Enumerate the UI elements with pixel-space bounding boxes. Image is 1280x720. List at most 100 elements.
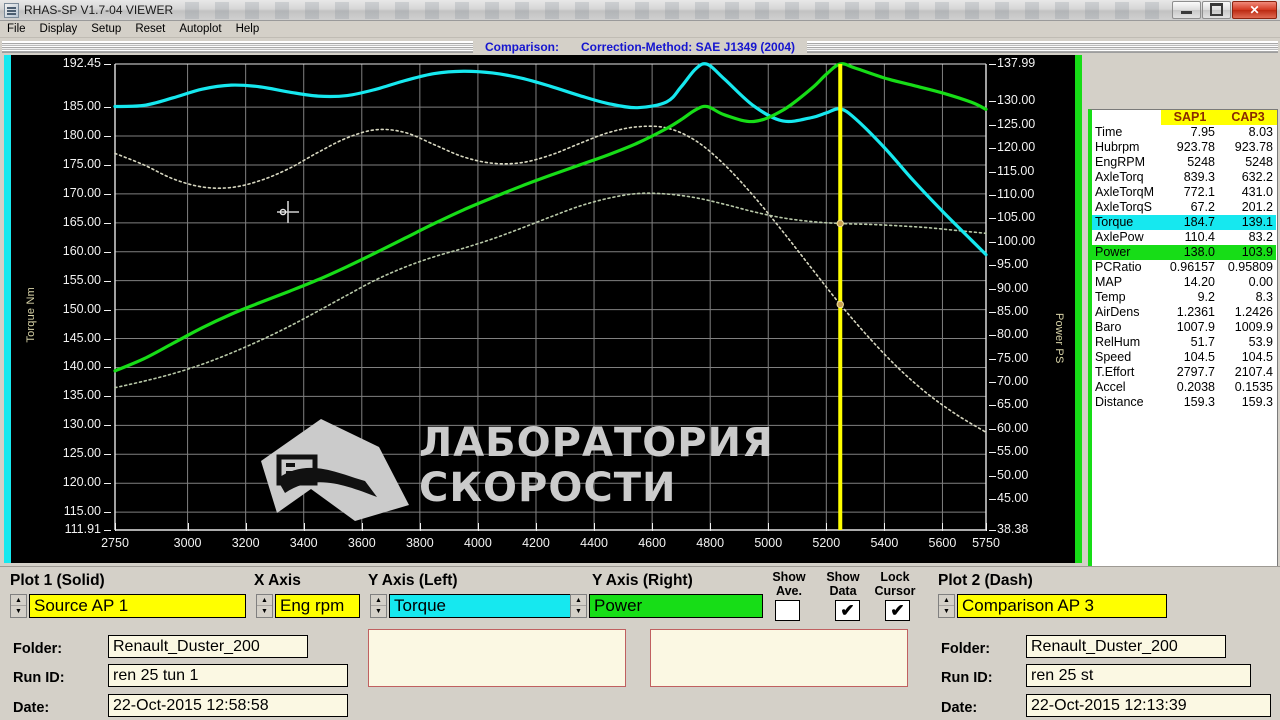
data-row-value-sap1: 110.4 (1184, 230, 1215, 244)
data-row-value-sap1: 5248 (1187, 155, 1215, 169)
y-tick-right: 110.00 (997, 186, 1035, 201)
x-axis-combo[interactable]: Eng rpm (275, 594, 360, 618)
spinner-up-icon[interactable]: ▲ (939, 595, 954, 606)
cursor-marker (836, 300, 844, 309)
plot2-source-spinner[interactable]: ▲ ▼ (938, 594, 955, 618)
y-tick-mark-right (989, 194, 996, 196)
menu-item-autoplot[interactable]: Autoplot (172, 22, 228, 36)
x-tick: 5750 (972, 536, 1000, 550)
plot2-folder-label: Folder: (941, 641, 991, 657)
y-tick-mark-right (989, 452, 996, 454)
plot1-source-combo[interactable]: Source AP 1 (29, 594, 246, 618)
lock-cursor-checkbox[interactable]: ✔ (885, 600, 910, 621)
comparison-label: Comparison: (484, 39, 559, 54)
app-icon (4, 2, 19, 18)
y-tick-right: 45.00 (997, 491, 1029, 506)
y-tick-mark-right (989, 218, 996, 220)
spinner-up-icon[interactable]: ▲ (371, 595, 386, 606)
show-data-label: Show Data (818, 570, 868, 598)
data-row-accel: Accel 0.2038 0.1535 (1092, 380, 1277, 395)
data-row-time: Time 7.95 8.03 (1092, 125, 1277, 140)
y-tick-left: 160.00 (62, 243, 101, 258)
plot1-notes-box[interactable] (368, 629, 626, 687)
y-tick-left: 115.00 (63, 504, 101, 519)
x-tick-mark (986, 523, 987, 531)
plot2-source-combo[interactable]: Comparison AP 3 (957, 594, 1167, 618)
y-tick-right: 125.00 (997, 116, 1036, 131)
plot1-source-spinner[interactable]: ▲ ▼ (10, 594, 27, 618)
data-row-label: Power (1092, 245, 1160, 260)
control-panel: Plot 1 (Solid) ▲ ▼ Source AP 1 Folder: R… (0, 566, 1280, 720)
y-tick-mark-right (989, 428, 996, 430)
y-axis-right-combo[interactable]: Power (589, 594, 763, 618)
spinner-down-icon[interactable]: ▼ (11, 606, 26, 617)
plot1-folder-field[interactable]: Renault_Duster_200 (108, 635, 308, 658)
y-tick-mark-left (104, 136, 111, 138)
y-axis-left-combo[interactable]: Torque (389, 594, 574, 618)
y-tick-left: 111.91 (64, 522, 101, 536)
data-row-label: Distance (1095, 395, 1144, 409)
data-row-value-cap3: 8.3 (1255, 290, 1273, 304)
y-tick-mark-left (104, 454, 111, 456)
spinner-up-icon[interactable]: ▲ (11, 595, 26, 606)
y-axis-right-spinner[interactable]: ▲ ▼ (570, 594, 587, 618)
y-tick-right: 105.00 (997, 210, 1036, 225)
spinner-down-icon[interactable]: ▼ (571, 606, 586, 617)
data-row-value-cap3: 83.2 (1248, 230, 1273, 244)
x-tick-mark (245, 523, 247, 531)
minimize-button[interactable] (1172, 0, 1201, 19)
plot1-folder-label: Folder: (13, 641, 63, 657)
data-row-value-cap3: 0.1535 (1234, 380, 1273, 394)
data-row-value-sap1: 839.3 (1183, 170, 1215, 184)
menu-bar: File Display Setup Reset Autoplot Help (0, 21, 1280, 38)
data-row-temp: Temp 9.2 8.3 (1092, 290, 1277, 305)
show-data-checkbox[interactable]: ✔ (835, 600, 860, 621)
data-row-label: AxlePow (1095, 230, 1144, 244)
y-tick-mark-left (104, 280, 111, 282)
y-tick-mark-left (104, 425, 111, 427)
plot-canvas-frame: Лаборатория Скорости Torque Nm Power PS … (4, 55, 1082, 563)
close-button[interactable]: ✕ (1232, 0, 1277, 19)
data-panel-rows: Time 7.95 8.03 Hubrpm 923.78 923.78 EngRPM 5248… (1092, 125, 1277, 410)
menu-item-help[interactable]: Help (229, 22, 267, 36)
plot2-folder-field[interactable]: Renault_Duster_200 (1026, 635, 1226, 658)
plot2-notes-box[interactable] (650, 629, 908, 687)
plot2-runid-field[interactable]: ren 25 st (1026, 664, 1251, 687)
spinner-down-icon[interactable]: ▼ (257, 606, 272, 617)
y-tick-right: 90.00 (997, 280, 1029, 295)
menu-item-setup[interactable]: Setup (84, 22, 128, 36)
data-row-value-cap3: 159.3 (1241, 395, 1273, 409)
y-axis-left-spinner[interactable]: ▲ ▼ (370, 594, 387, 618)
data-row-label: Temp (1095, 290, 1126, 304)
y-tick-mark-left (104, 483, 111, 485)
restore-button[interactable] (1202, 0, 1231, 19)
data-row-label: AxleTorq (1095, 170, 1144, 184)
plot-canvas[interactable]: Лаборатория Скорости Torque Nm Power PS … (11, 55, 1075, 563)
menu-item-file[interactable]: File (0, 22, 33, 36)
menu-item-display[interactable]: Display (33, 22, 85, 36)
y-tick-mark-left (104, 222, 111, 224)
data-row-label: Hubrpm (1095, 140, 1140, 154)
y-tick-left: 180.00 (62, 128, 101, 143)
show-ave-checkbox[interactable] (775, 600, 800, 621)
y-tick-left: 125.00 (62, 446, 101, 461)
spinner-up-icon[interactable]: ▲ (571, 595, 586, 606)
spinner-down-icon[interactable]: ▼ (371, 606, 386, 617)
y-tick-right: 120.00 (997, 140, 1036, 155)
x-tick-mark (710, 523, 712, 531)
plot1-runid-field[interactable]: ren 25 tun 1 (108, 664, 348, 687)
y-tick-left: 150.00 (62, 301, 101, 316)
menu-item-reset[interactable]: Reset (128, 22, 172, 36)
y-tick-right: 55.00 (997, 444, 1029, 459)
data-row-power: Power 138.0 103.9 (1092, 245, 1277, 260)
y-tick-mark-right (989, 64, 996, 65)
y-tick-left: 170.00 (62, 185, 101, 200)
y-tick-right: 70.00 (997, 374, 1029, 389)
data-row-value-sap1: 1007.9 (1176, 320, 1215, 334)
spinner-up-icon[interactable]: ▲ (257, 595, 272, 606)
data-readout-panel: SAP1 CAP3 Time 7.95 8.03 Hubrpm 923.78 923.78… (1088, 109, 1278, 615)
x-tick-mark (419, 523, 421, 531)
spinner-down-icon[interactable]: ▼ (939, 606, 954, 617)
x-axis-spinner[interactable]: ▲ ▼ (256, 594, 273, 618)
x-tick-mark (768, 523, 770, 531)
